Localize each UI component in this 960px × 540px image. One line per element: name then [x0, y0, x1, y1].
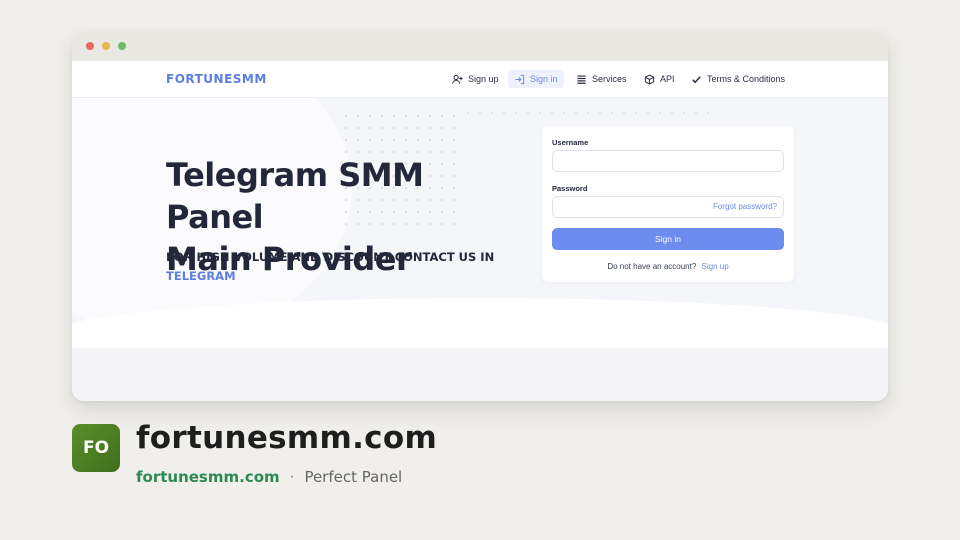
no-account-text: Do not have an account?: [607, 262, 697, 271]
hero-subtitle-text: FOR HIGH VOLUME AND DISCOUNT CONTACT US …: [166, 250, 495, 264]
nav-services-label: Services: [592, 74, 627, 84]
site-card-title[interactable]: fortunesmm.com: [136, 420, 437, 456]
hero-subtitle: FOR HIGH VOLUME AND DISCOUNT CONTACT US …: [166, 248, 494, 286]
cube-icon: [644, 73, 655, 85]
list-icon: [577, 74, 586, 84]
site-card-separator: ·: [289, 468, 295, 486]
nav-sign-in-label: Sign in: [530, 74, 558, 84]
site-favicon-logo: FO: [72, 424, 120, 472]
decorative-dot-row: [462, 108, 712, 118]
site-card-domain[interactable]: fortunesmm.com: [136, 468, 280, 486]
minimize-window-dot[interactable]: [102, 42, 110, 50]
sign-in-button[interactable]: Sign in: [552, 228, 784, 250]
sign-up-link[interactable]: Sign up: [702, 262, 729, 271]
no-account-row: Do not have an account? Sign up: [542, 262, 794, 271]
nav-terms[interactable]: Terms & Conditions: [685, 70, 791, 88]
username-label: Username: [552, 138, 589, 147]
nav-api-label: API: [660, 74, 675, 84]
login-form: Username Password Forgot password? Sign …: [542, 126, 794, 282]
forgot-password-link[interactable]: Forgot password?: [713, 202, 777, 211]
password-label: Password: [552, 184, 588, 193]
page-lower-band: [72, 348, 888, 401]
nav-services[interactable]: Services: [570, 70, 633, 88]
nav-sign-up[interactable]: Sign up: [446, 70, 505, 88]
user-plus-icon: [452, 74, 463, 84]
telegram-link[interactable]: TELEGRAM: [166, 267, 494, 286]
check-icon: [692, 75, 701, 83]
nav-sign-in[interactable]: Sign in: [508, 70, 564, 88]
brand-logo[interactable]: FORTUNESMM: [166, 72, 267, 86]
close-window-dot[interactable]: [86, 42, 94, 50]
browser-window: FORTUNESMM Sign up Sign in Services API: [72, 32, 888, 401]
nav-terms-label: Terms & Conditions: [707, 74, 786, 84]
site-card-meta: fortunesmm.com · Perfect Panel: [136, 468, 402, 486]
username-input[interactable]: [552, 150, 784, 172]
nav-sign-up-label: Sign up: [468, 74, 499, 84]
site-navbar: FORTUNESMM Sign up Sign in Services API: [72, 61, 888, 98]
nav-api[interactable]: API: [638, 70, 681, 88]
hero-heading-line1: Telegram SMM Panel: [166, 156, 424, 236]
sign-in-icon: [515, 74, 525, 84]
password-input[interactable]: Forgot password?: [552, 196, 784, 218]
site-card-description: Perfect Panel: [304, 468, 403, 486]
maximize-window-dot[interactable]: [118, 42, 126, 50]
browser-titlebar: [72, 32, 888, 61]
